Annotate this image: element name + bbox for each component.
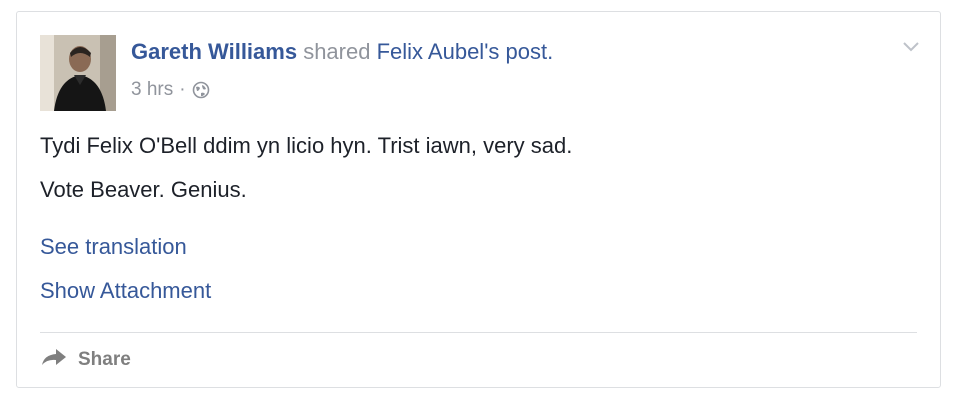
share-button[interactable]: Share	[40, 347, 131, 373]
globe-icon[interactable]	[192, 81, 210, 99]
author-name-link[interactable]: Gareth Williams	[131, 39, 297, 64]
post-meta: 3 hrs ·	[131, 78, 210, 102]
chevron-down-icon[interactable]	[902, 40, 920, 52]
post-body-line: Vote Beaver. Genius.	[40, 177, 247, 202]
shared-post-link[interactable]: Felix Aubel's post.	[377, 39, 554, 64]
timestamp-link[interactable]: 3 hrs	[131, 78, 173, 102]
action-text: shared	[297, 39, 377, 64]
post-body-line: Tydi Felix O'Bell ddim yn licio hyn. Tri…	[40, 133, 573, 158]
share-arrow-icon	[40, 347, 68, 373]
action-divider	[40, 332, 917, 333]
post-body: Tydi Felix O'Bell ddim yn licio hyn. Tri…	[40, 132, 572, 220]
see-translation-link[interactable]: See translation	[40, 233, 187, 261]
meta-separator: ·	[179, 79, 186, 100]
profile-photo	[40, 35, 116, 111]
show-attachment-link[interactable]: Show Attachment	[40, 277, 211, 305]
post-header: Gareth Williams shared Felix Aubel's pos…	[131, 38, 553, 66]
share-label: Share	[78, 349, 131, 370]
avatar[interactable]	[40, 35, 116, 111]
post-card: Gareth Williams shared Felix Aubel's pos…	[16, 11, 941, 388]
